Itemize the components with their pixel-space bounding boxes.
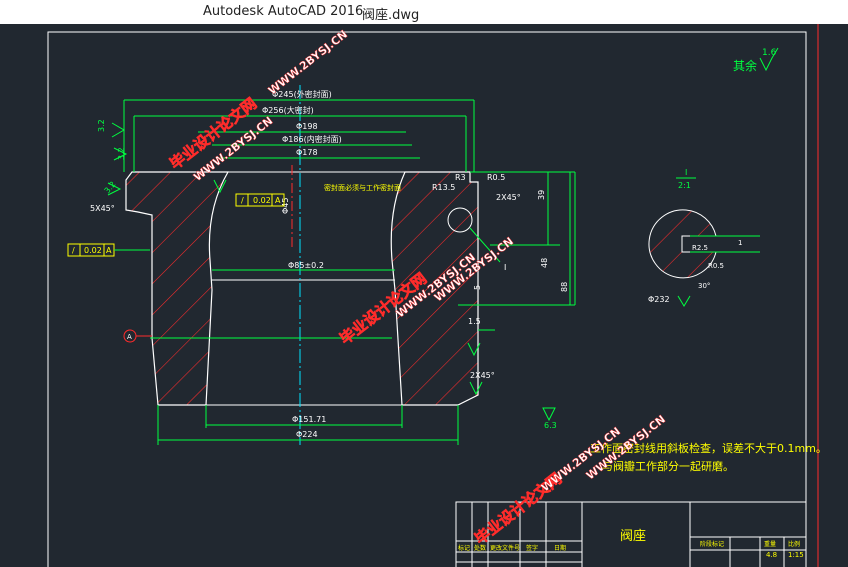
dim-phi178: Φ178: [296, 148, 318, 157]
detail-title: I: [685, 168, 687, 177]
window-titlebar: Autodesk AutoCAD 2016 阀座.dwg: [0, 0, 848, 24]
title-scale: 1:15: [788, 551, 804, 559]
watermarks: 毕业设计论文网 WWW.2BYSJ.CN WWW.2BYSJ.CN 毕业设计论文…: [166, 27, 668, 548]
dim-phi151: Φ151.71: [292, 415, 326, 424]
roughness-3: 3.2: [103, 180, 118, 196]
dim-5: 5: [473, 285, 482, 290]
tolerance-datum-2: A: [106, 246, 112, 255]
datum-a-label: A: [127, 333, 132, 341]
roughness-1: 3.2: [97, 119, 106, 132]
section-left: [125, 171, 230, 406]
drawing-canvas[interactable]: Φ245(外密封面) Φ256(大密封) Φ198 Φ186(内密封面) Φ17…: [0, 24, 848, 567]
title-row-5: 日期: [554, 544, 566, 552]
detail-phi232: Φ232: [648, 295, 670, 304]
roughness-other-label: 其余: [733, 58, 757, 73]
detail-1: 1: [738, 239, 742, 247]
tolerance-value-1: 0.02: [253, 196, 271, 205]
section-note: 密封面必须与工作密封面: [324, 183, 401, 192]
title-hdr-2: 重量: [764, 540, 776, 548]
detail-angle: 30°: [698, 282, 710, 290]
detail-scale: 2:1: [678, 181, 691, 190]
dim-r135: R13.5: [432, 183, 455, 192]
dim-phi224: Φ224: [296, 430, 318, 439]
note-2: 与阀瓣工作部分一起研磨。: [602, 459, 734, 473]
title-part-name: 阀座: [620, 529, 646, 544]
title-hdr-1: 阶段标记: [700, 540, 724, 548]
chamfer-left: 5X45°: [90, 204, 115, 213]
dim-39: 39: [537, 190, 546, 200]
dim-48: 48: [540, 258, 549, 268]
roughness-2: 3.2: [117, 147, 126, 160]
dim-r05: R0.5: [487, 173, 505, 182]
dim-r3: R3: [455, 173, 466, 182]
title-hdr-3: 比例: [788, 540, 800, 548]
title-row-1: 标记: [458, 544, 470, 552]
cad-drawing: Φ245(外密封面) Φ256(大密封) Φ198 Φ186(内密封面) Φ17…: [47, 24, 827, 567]
dim-phi198: Φ198: [296, 122, 318, 131]
dim-phi85: Φ85±0.2: [288, 261, 324, 270]
dim-phi186: Φ186(内密封面): [282, 134, 342, 144]
detail-r05: R0.5: [708, 262, 724, 270]
tolerance-frame-1: / 0.02 A: [235, 193, 285, 207]
title-row-4: 签字: [526, 544, 538, 552]
dim-2x45-top: 2X45°: [496, 193, 521, 202]
svg-text:/: /: [72, 246, 75, 255]
svg-text:/: /: [241, 196, 244, 205]
dim-2x45-bottom: 2X45°: [470, 371, 495, 380]
watermark-en-2: WWW.2BYSJ.CN: [266, 28, 350, 98]
tolerance-frame-2: / 0.02 A: [67, 243, 115, 257]
roughness-other-value: 1.6: [762, 48, 777, 58]
title-material: 4.8: [766, 551, 777, 559]
detail-r25: R2.5: [692, 244, 708, 252]
file-name: 阀座.dwg: [362, 8, 420, 23]
detail-callout-label: I: [504, 263, 506, 272]
tolerance-datum-1: A: [275, 196, 281, 205]
roughness-4: 6.3: [544, 421, 557, 430]
dim-88: 88: [560, 282, 569, 292]
title-row-3: 更改文件号: [490, 544, 520, 552]
dim-phi256: Φ256(大密封): [262, 105, 314, 115]
dim-15: 1.5: [468, 317, 481, 326]
app-title: Autodesk AutoCAD 2016: [203, 4, 364, 19]
tolerance-value-2: 0.02: [84, 246, 102, 255]
